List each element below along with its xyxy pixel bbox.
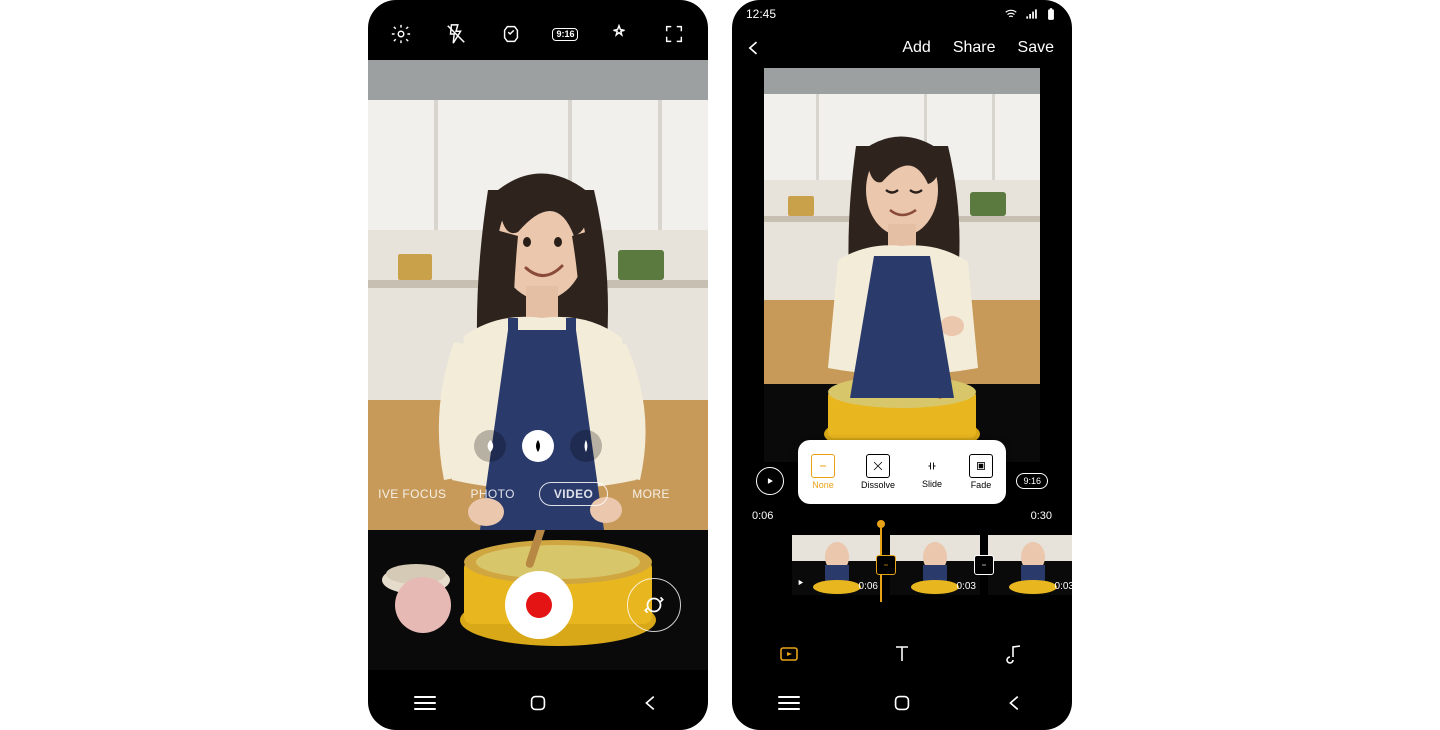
clip-duration: 0:03 <box>957 581 976 592</box>
mode-live-focus[interactable]: IVE FOCUS <box>378 487 446 501</box>
zoom-normal-button[interactable] <box>522 430 554 462</box>
clip-duration: 0:03 <box>1055 581 1072 592</box>
status-bar: 12:45 <box>746 4 1058 24</box>
nav-home-icon[interactable] <box>527 692 549 714</box>
nav-recents-icon[interactable] <box>414 696 436 710</box>
add-button[interactable]: Add <box>902 39 930 57</box>
transition-marker[interactable] <box>974 555 994 575</box>
clip-thumbnail[interactable]: 0:03 <box>890 535 980 595</box>
play-icon <box>796 574 805 592</box>
super-steady-icon[interactable] <box>497 20 525 48</box>
status-time: 12:45 <box>746 7 776 21</box>
shutter-row <box>368 560 708 650</box>
time-current: 0:06 <box>752 510 773 522</box>
video-preview[interactable] <box>764 68 1040 462</box>
signal-icon <box>1024 7 1038 21</box>
video-editor-screen: 12:45 Add Share Save <box>732 0 1072 730</box>
transition-marker[interactable] <box>876 555 896 575</box>
mode-more[interactable]: MORE <box>632 487 670 501</box>
timeline-time-row: 0:06 0:30 <box>752 510 1052 522</box>
wifi-icon <box>1004 7 1018 21</box>
battery-icon <box>1044 7 1058 21</box>
transition-popup: None Dissolve Slide Fade <box>798 440 1006 504</box>
aspect-button[interactable]: 9:16 <box>1016 473 1048 489</box>
clip-duration: 0:06 <box>859 581 878 592</box>
clip-strip[interactable]: 0:06 0:03 0:03 <box>732 530 1072 600</box>
nav-home-icon[interactable] <box>891 692 913 714</box>
record-button[interactable] <box>505 571 573 639</box>
gallery-thumbnail-button[interactable] <box>395 577 451 633</box>
expand-icon[interactable] <box>660 20 688 48</box>
save-button[interactable]: Save <box>1018 39 1054 57</box>
editor-bottom-tabs <box>732 634 1072 678</box>
aspect-ratio-button[interactable]: 9:16 <box>552 28 578 41</box>
back-button[interactable] <box>732 38 776 58</box>
share-button[interactable]: Share <box>953 39 996 57</box>
nav-back-icon[interactable] <box>640 692 662 714</box>
transition-dissolve[interactable]: Dissolve <box>861 454 895 490</box>
flash-off-icon[interactable] <box>442 20 470 48</box>
editor-top-bar: Add Share Save <box>732 28 1072 68</box>
switch-camera-button[interactable] <box>627 578 681 632</box>
clip-thumbnail[interactable]: 0:03 <box>988 535 1072 595</box>
android-nav-bar <box>368 684 708 722</box>
clip-thumbnail[interactable]: 0:06 <box>792 535 882 595</box>
tab-clips-icon[interactable] <box>777 642 801 671</box>
mode-video[interactable]: VIDEO <box>539 482 608 506</box>
camera-app-screen: 9:16 IVE FOCUS PHOTO VIDEO MORE <box>368 0 708 730</box>
zoom-selector <box>368 430 708 462</box>
play-button[interactable] <box>756 467 784 495</box>
nav-recents-icon[interactable] <box>778 696 800 710</box>
settings-icon[interactable] <box>387 20 415 48</box>
camera-top-toolbar: 9:16 <box>368 10 708 58</box>
zoom-wide-button[interactable] <box>474 430 506 462</box>
mode-photo[interactable]: PHOTO <box>470 487 514 501</box>
android-nav-bar <box>732 684 1072 722</box>
transition-none[interactable]: None <box>811 454 835 490</box>
tab-music-icon[interactable] <box>1003 642 1027 671</box>
camera-mode-row[interactable]: IVE FOCUS PHOTO VIDEO MORE <box>368 482 708 506</box>
filters-icon[interactable] <box>605 20 633 48</box>
time-total: 0:30 <box>1031 510 1052 522</box>
transition-fade[interactable]: Fade <box>969 454 993 490</box>
nav-back-icon[interactable] <box>1004 692 1026 714</box>
transition-slide[interactable]: Slide <box>921 455 943 489</box>
zoom-tele-button[interactable] <box>570 430 602 462</box>
tab-text-icon[interactable] <box>890 642 914 671</box>
